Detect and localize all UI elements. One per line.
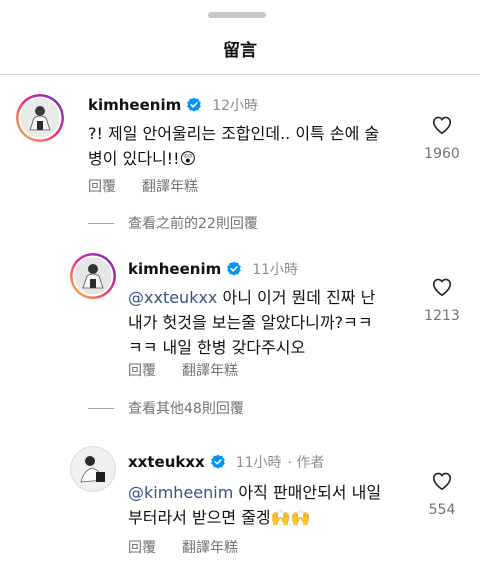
avatar-kimheenim-reply[interactable] <box>70 253 116 299</box>
comment-1-like: 1960 <box>412 114 472 162</box>
comment-1-text-line1: ?! 제일 안어울리는 조합인데.. 이특 손에 술 <box>88 124 380 143</box>
comment-1-text: ?! 제일 안어울리는 조합인데.. 이특 손에 술 병이 있다니!!😲 <box>88 121 408 171</box>
reply-2-author-label: · 作者 <box>287 455 325 471</box>
reply-2-header: xxteukxx 11小時 · 作者 <box>128 452 324 472</box>
comment-1-actions: 回覆 翻譯年糕 <box>88 176 198 196</box>
reply-2-text: @kimheenim 아직 판매안되서 내일 부터라서 받으면 줄겡🙌🙌 <box>128 480 408 530</box>
reply-2-like: 554 <box>412 470 472 518</box>
verified-badge-icon <box>210 454 226 470</box>
heart-outline-icon[interactable] <box>431 470 453 492</box>
comment-1-like-count: 1960 <box>424 146 460 162</box>
reply-2-mention[interactable]: @kimheenim <box>128 483 233 502</box>
view-more-line <box>88 407 114 409</box>
view-more-line <box>88 222 114 224</box>
reply-1-text-line3: ㅋㅋ 내일 한병 갖다주시오 <box>128 338 306 357</box>
heart-outline-icon[interactable] <box>431 114 453 136</box>
reply-1-header: kimheenim 11小時 <box>128 259 298 279</box>
sheet-title: 留言 <box>223 41 257 61</box>
reply-1-reply-button[interactable]: 回覆 <box>128 360 156 380</box>
reply-1-time: 11小時 <box>252 262 299 278</box>
reply-1-like: 1213 <box>412 276 472 324</box>
reply-1-text-line2: 내가 헛것을 보는줄 알았다니까?ㅋㅋ <box>128 313 373 332</box>
header-divider <box>0 74 480 75</box>
view-other-replies[interactable]: 查看其他48則回覆 <box>88 398 244 418</box>
comment-1-translate-button[interactable]: 翻譯年糕 <box>142 176 198 196</box>
reply-1-username[interactable]: kimheenim <box>128 260 221 278</box>
reply-2-reply-button[interactable]: 回覆 <box>128 537 156 557</box>
reply-2-username[interactable]: xxteukxx <box>128 453 205 471</box>
verified-badge-icon <box>226 261 242 277</box>
reply-1-text-line1: 아니 이거 뭔데 진짜 난 <box>217 288 376 307</box>
reply-1-text: @xxteukxx 아니 이거 뭔데 진짜 난 내가 헛것을 보는줄 알았다니까… <box>128 285 408 360</box>
avatar-xxteukxx[interactable] <box>70 446 116 492</box>
reply-2-text-line2: 부터라서 받으면 줄겡🙌🙌 <box>128 508 311 527</box>
view-other-replies-label: 查看其他48則回覆 <box>128 401 244 417</box>
reply-1-mention[interactable]: @xxteukxx <box>128 288 217 307</box>
comments-sheet: 留言 kimheenim 12小時 ?! 제일 안어울리는 조합인데.. 이특 … <box>0 0 480 568</box>
reply-1-translate-button[interactable]: 翻譯年糕 <box>182 360 238 380</box>
view-previous-replies[interactable]: 查看之前的22則回覆 <box>88 213 258 233</box>
comment-1-reply-button[interactable]: 回覆 <box>88 176 116 196</box>
comment-1-username[interactable]: kimheenim <box>88 96 181 114</box>
view-previous-replies-label: 查看之前的22則回覆 <box>128 216 258 232</box>
avatar-kimheenim[interactable] <box>16 94 64 142</box>
comment-1-header: kimheenim 12小時 <box>88 95 258 115</box>
reply-2-time: 11小時 <box>235 455 282 471</box>
reply-1-actions: 回覆 翻譯年糕 <box>128 360 238 380</box>
comment-1-time: 12小時 <box>212 98 259 114</box>
comment-1-text-line2: 병이 있다니!!😲 <box>88 149 197 168</box>
reply-1-like-count: 1213 <box>424 308 460 324</box>
reply-2-translate-button[interactable]: 翻譯年糕 <box>182 537 238 557</box>
reply-2-actions: 回覆 翻譯年糕 <box>128 537 238 557</box>
heart-outline-icon[interactable] <box>431 276 453 298</box>
reply-2-like-count: 554 <box>428 502 456 518</box>
drag-handle[interactable] <box>208 12 266 18</box>
verified-badge-icon <box>186 97 202 113</box>
reply-2-text-line1: 아직 판매안되서 내일 <box>233 483 382 502</box>
